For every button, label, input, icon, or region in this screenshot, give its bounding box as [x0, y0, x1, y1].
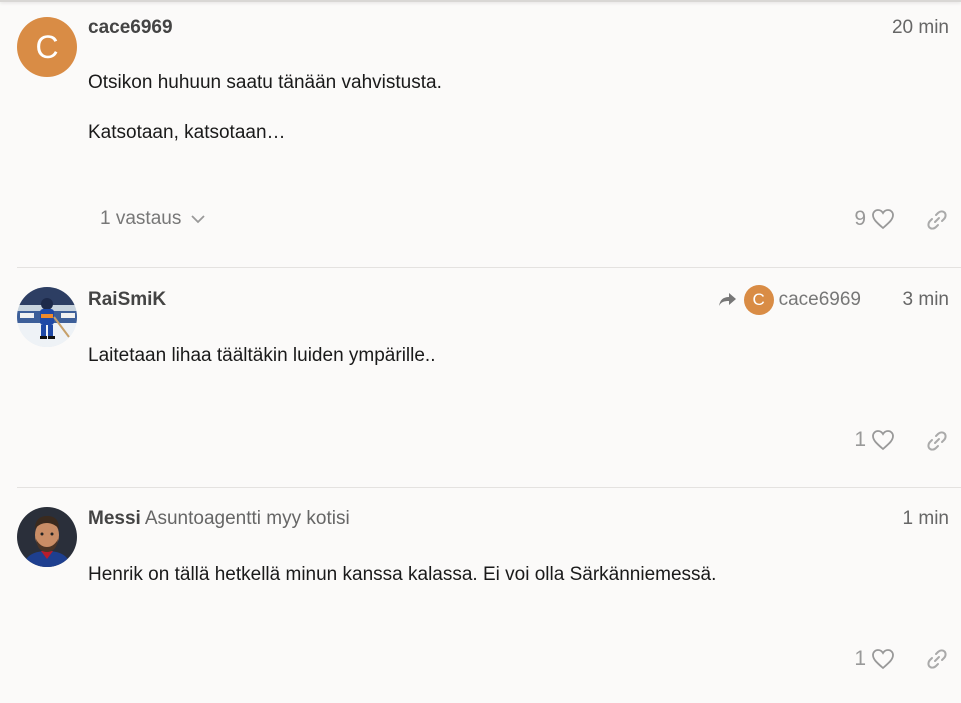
post-divider [17, 267, 961, 268]
link-icon[interactable] [925, 647, 949, 671]
heart-icon [872, 209, 894, 230]
like-button[interactable]: 1 [854, 647, 895, 671]
avatar[interactable]: C [17, 17, 77, 77]
username[interactable]: RaiSmiK [88, 289, 166, 311]
post-paragraph: Henrik on tällä hetkellä minun kanssa ka… [88, 564, 717, 585]
top-shadow-line [0, 0, 961, 2]
post-divider [17, 487, 961, 488]
like-count: 1 [854, 647, 866, 670]
avatar[interactable] [17, 507, 77, 567]
avatar[interactable] [17, 287, 77, 347]
like-button[interactable]: 1 [854, 428, 895, 452]
user-title: Asuntoagentti myy kotisi [144, 508, 350, 529]
hockey-player-avatar [17, 287, 77, 347]
reply-to-username: cace6969 [778, 289, 861, 310]
like-button[interactable]: 9 [854, 207, 895, 231]
post-paragraph: Otsikon huhuun saatu tänään vahvistusta. [88, 72, 442, 93]
post-time[interactable]: 1 min [903, 508, 949, 530]
heart-icon [872, 430, 894, 451]
link-icon[interactable] [925, 429, 949, 453]
post-paragraph: Katsotaan, katsotaan… [88, 122, 286, 143]
post-time[interactable]: 20 min [892, 17, 949, 39]
chevron-down-icon [191, 215, 205, 224]
post-paragraph: Laitetaan lihaa täältäkin luiden ympäril… [88, 345, 436, 366]
like-count: 1 [854, 428, 866, 451]
username-text[interactable]: Messi [88, 508, 141, 529]
heart-icon [872, 649, 894, 670]
reply-to-avatar: C [743, 285, 774, 315]
show-replies-button[interactable]: 1 vastaus [100, 208, 207, 230]
post-time[interactable]: 3 min [903, 289, 949, 311]
reply-arrow-icon [718, 293, 736, 306]
username[interactable]: Messi Asuntoagentti myy kotisi [88, 508, 350, 530]
player-portrait-avatar [17, 507, 77, 567]
like-count: 9 [854, 207, 866, 230]
reply-to-indicator[interactable]: C cace6969 [718, 285, 861, 315]
username[interactable]: cace6969 [88, 17, 173, 39]
replies-label: 1 vastaus [100, 208, 182, 229]
link-icon[interactable] [925, 208, 949, 232]
